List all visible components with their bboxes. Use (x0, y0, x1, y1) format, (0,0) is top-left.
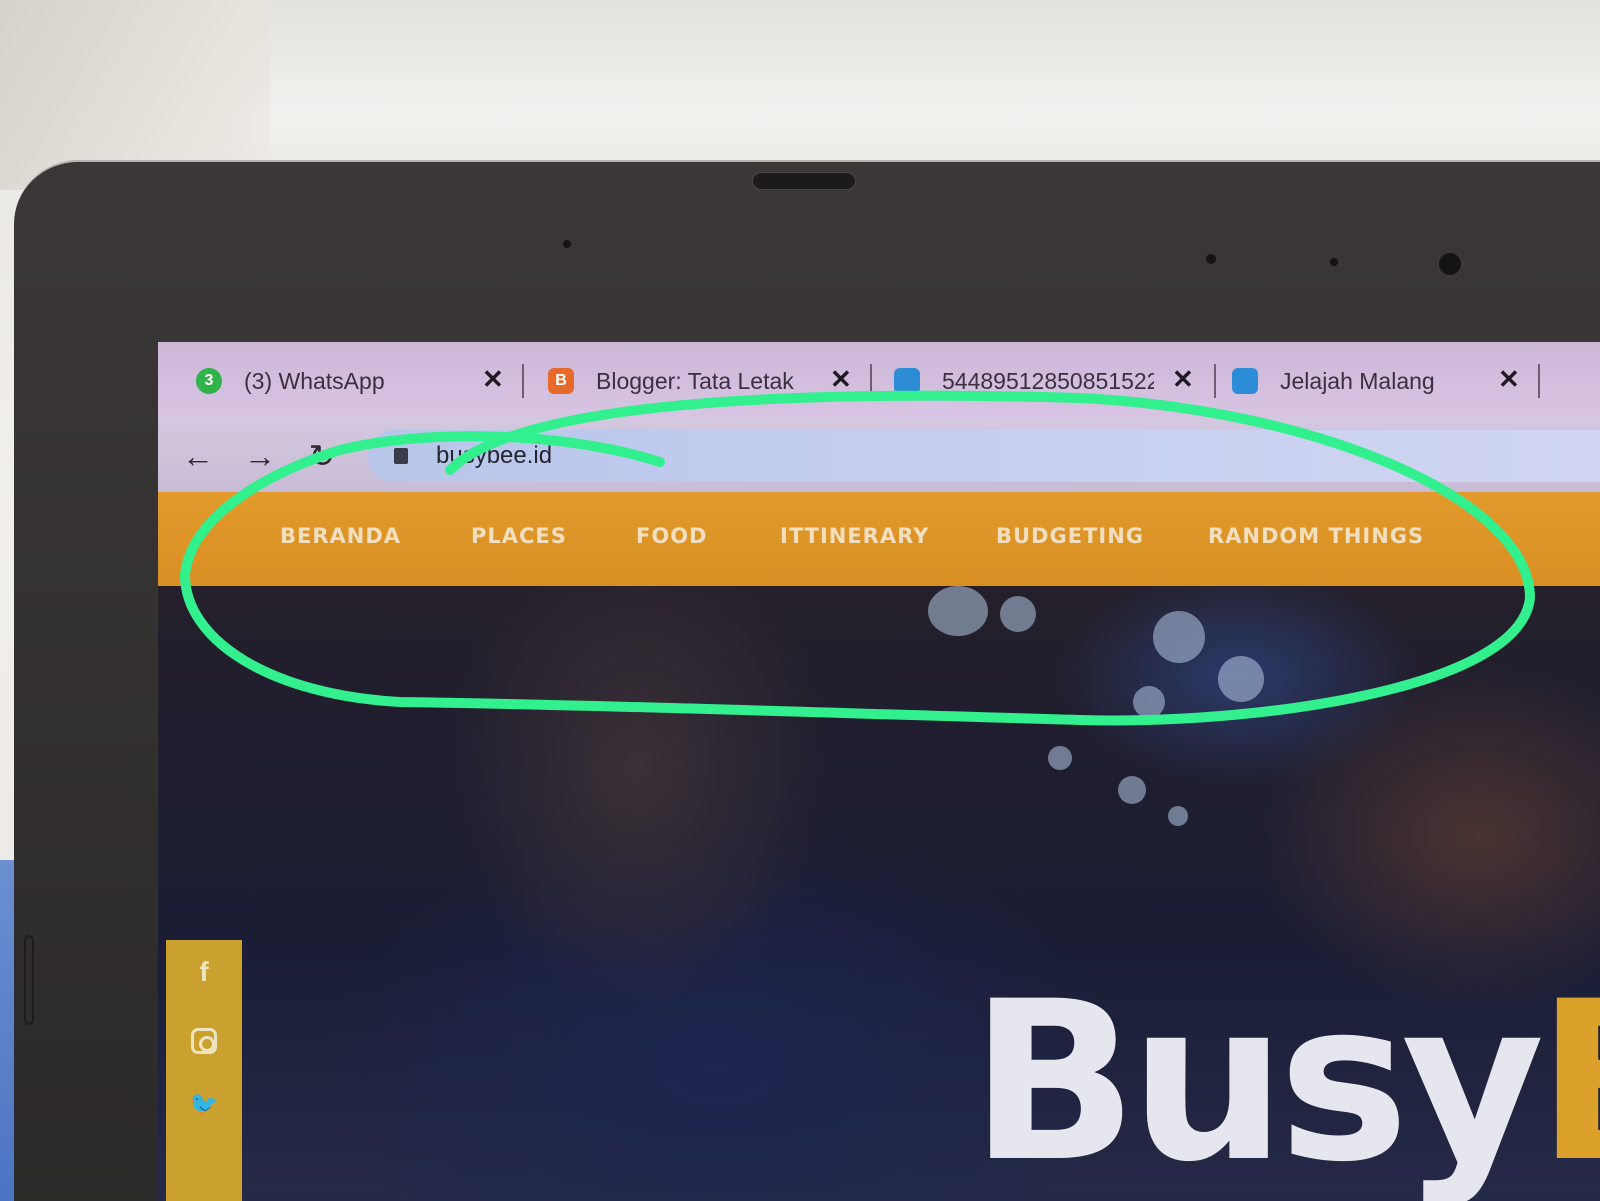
site-nav-bar: BERANDA PLACES FOOD ITTINERARY BUDGETING… (158, 492, 1600, 586)
hero-decoration (1168, 806, 1188, 826)
nav-item-random-things[interactable]: RANDOM THINGS (1208, 524, 1424, 548)
tab-title: Jelajah Malang (1280, 367, 1435, 394)
tab-title: (3) WhatsApp (244, 367, 385, 394)
browser-tab-strip: 3 (3) WhatsApp ✕ B Blogger: Tata Letak ✕… (158, 342, 1600, 418)
tab-divider (1214, 364, 1216, 398)
hero-decoration (1218, 656, 1264, 702)
close-icon[interactable]: ✕ (1172, 364, 1194, 395)
webcam-icon (1436, 250, 1464, 278)
hero-decoration (1153, 611, 1205, 663)
close-icon[interactable]: ✕ (830, 364, 852, 395)
close-icon[interactable]: ✕ (1498, 364, 1520, 395)
blogger-icon: B (548, 368, 574, 394)
bezel-slot (24, 935, 34, 1025)
nav-item-places[interactable]: PLACES (471, 524, 567, 548)
hero-decoration (1118, 776, 1146, 804)
tab-blogger[interactable]: B Blogger: Tata Letak ✕ (548, 356, 858, 406)
lock-icon (394, 448, 408, 464)
hero-decoration (928, 586, 988, 636)
twitter-icon[interactable]: 🐦 (166, 1090, 242, 1119)
tab-jelajah-malang[interactable]: Jelajah Malang ✕ (1232, 356, 1542, 406)
nav-item-ittinerary[interactable]: ITTINERARY (780, 524, 929, 548)
tab-divider (522, 364, 524, 398)
forward-button[interactable]: → (240, 436, 280, 476)
site-logo: BusyB (970, 954, 1600, 1201)
tab-title: 54489512850851522 (942, 367, 1154, 394)
reload-button[interactable]: ↻ (302, 436, 342, 476)
tab-image[interactable]: 54489512850851522 ✕ (894, 356, 1204, 406)
close-icon[interactable]: ✕ (482, 364, 504, 395)
bezel-sensor (563, 240, 571, 248)
whatsapp-icon: 3 (196, 368, 222, 394)
bezel-notch (752, 172, 856, 190)
tab-whatsapp[interactable]: 3 (3) WhatsApp ✕ (196, 356, 512, 406)
social-sidebar: f 🐦 (166, 940, 242, 1201)
back-button[interactable]: ← (178, 436, 218, 476)
hero-decoration (1000, 596, 1036, 632)
address-bar[interactable]: busybee.id (368, 430, 1600, 482)
hero-decoration (1048, 746, 1072, 770)
hero-decoration (1133, 686, 1165, 718)
bezel-sensor (1330, 258, 1338, 266)
nav-item-beranda[interactable]: BERANDA (280, 524, 401, 548)
laptop-screen: 3 (3) WhatsApp ✕ B Blogger: Tata Letak ✕… (158, 342, 1600, 1201)
facebook-icon[interactable]: f (166, 956, 242, 988)
tab-divider (870, 364, 872, 398)
tab-title: Blogger: Tata Letak (596, 367, 794, 394)
nav-item-budgeting[interactable]: BUDGETING (996, 524, 1144, 548)
nav-item-food[interactable]: FOOD (636, 524, 707, 548)
instagram-icon[interactable] (166, 1028, 242, 1061)
bezel-sensor (1206, 254, 1216, 264)
url-text: busybee.id (436, 442, 553, 469)
tab-divider (1538, 364, 1540, 398)
image-icon (894, 368, 920, 394)
browser-toolbar: ← → ↻ busybee.id (158, 418, 1600, 492)
image-icon (1232, 368, 1258, 394)
